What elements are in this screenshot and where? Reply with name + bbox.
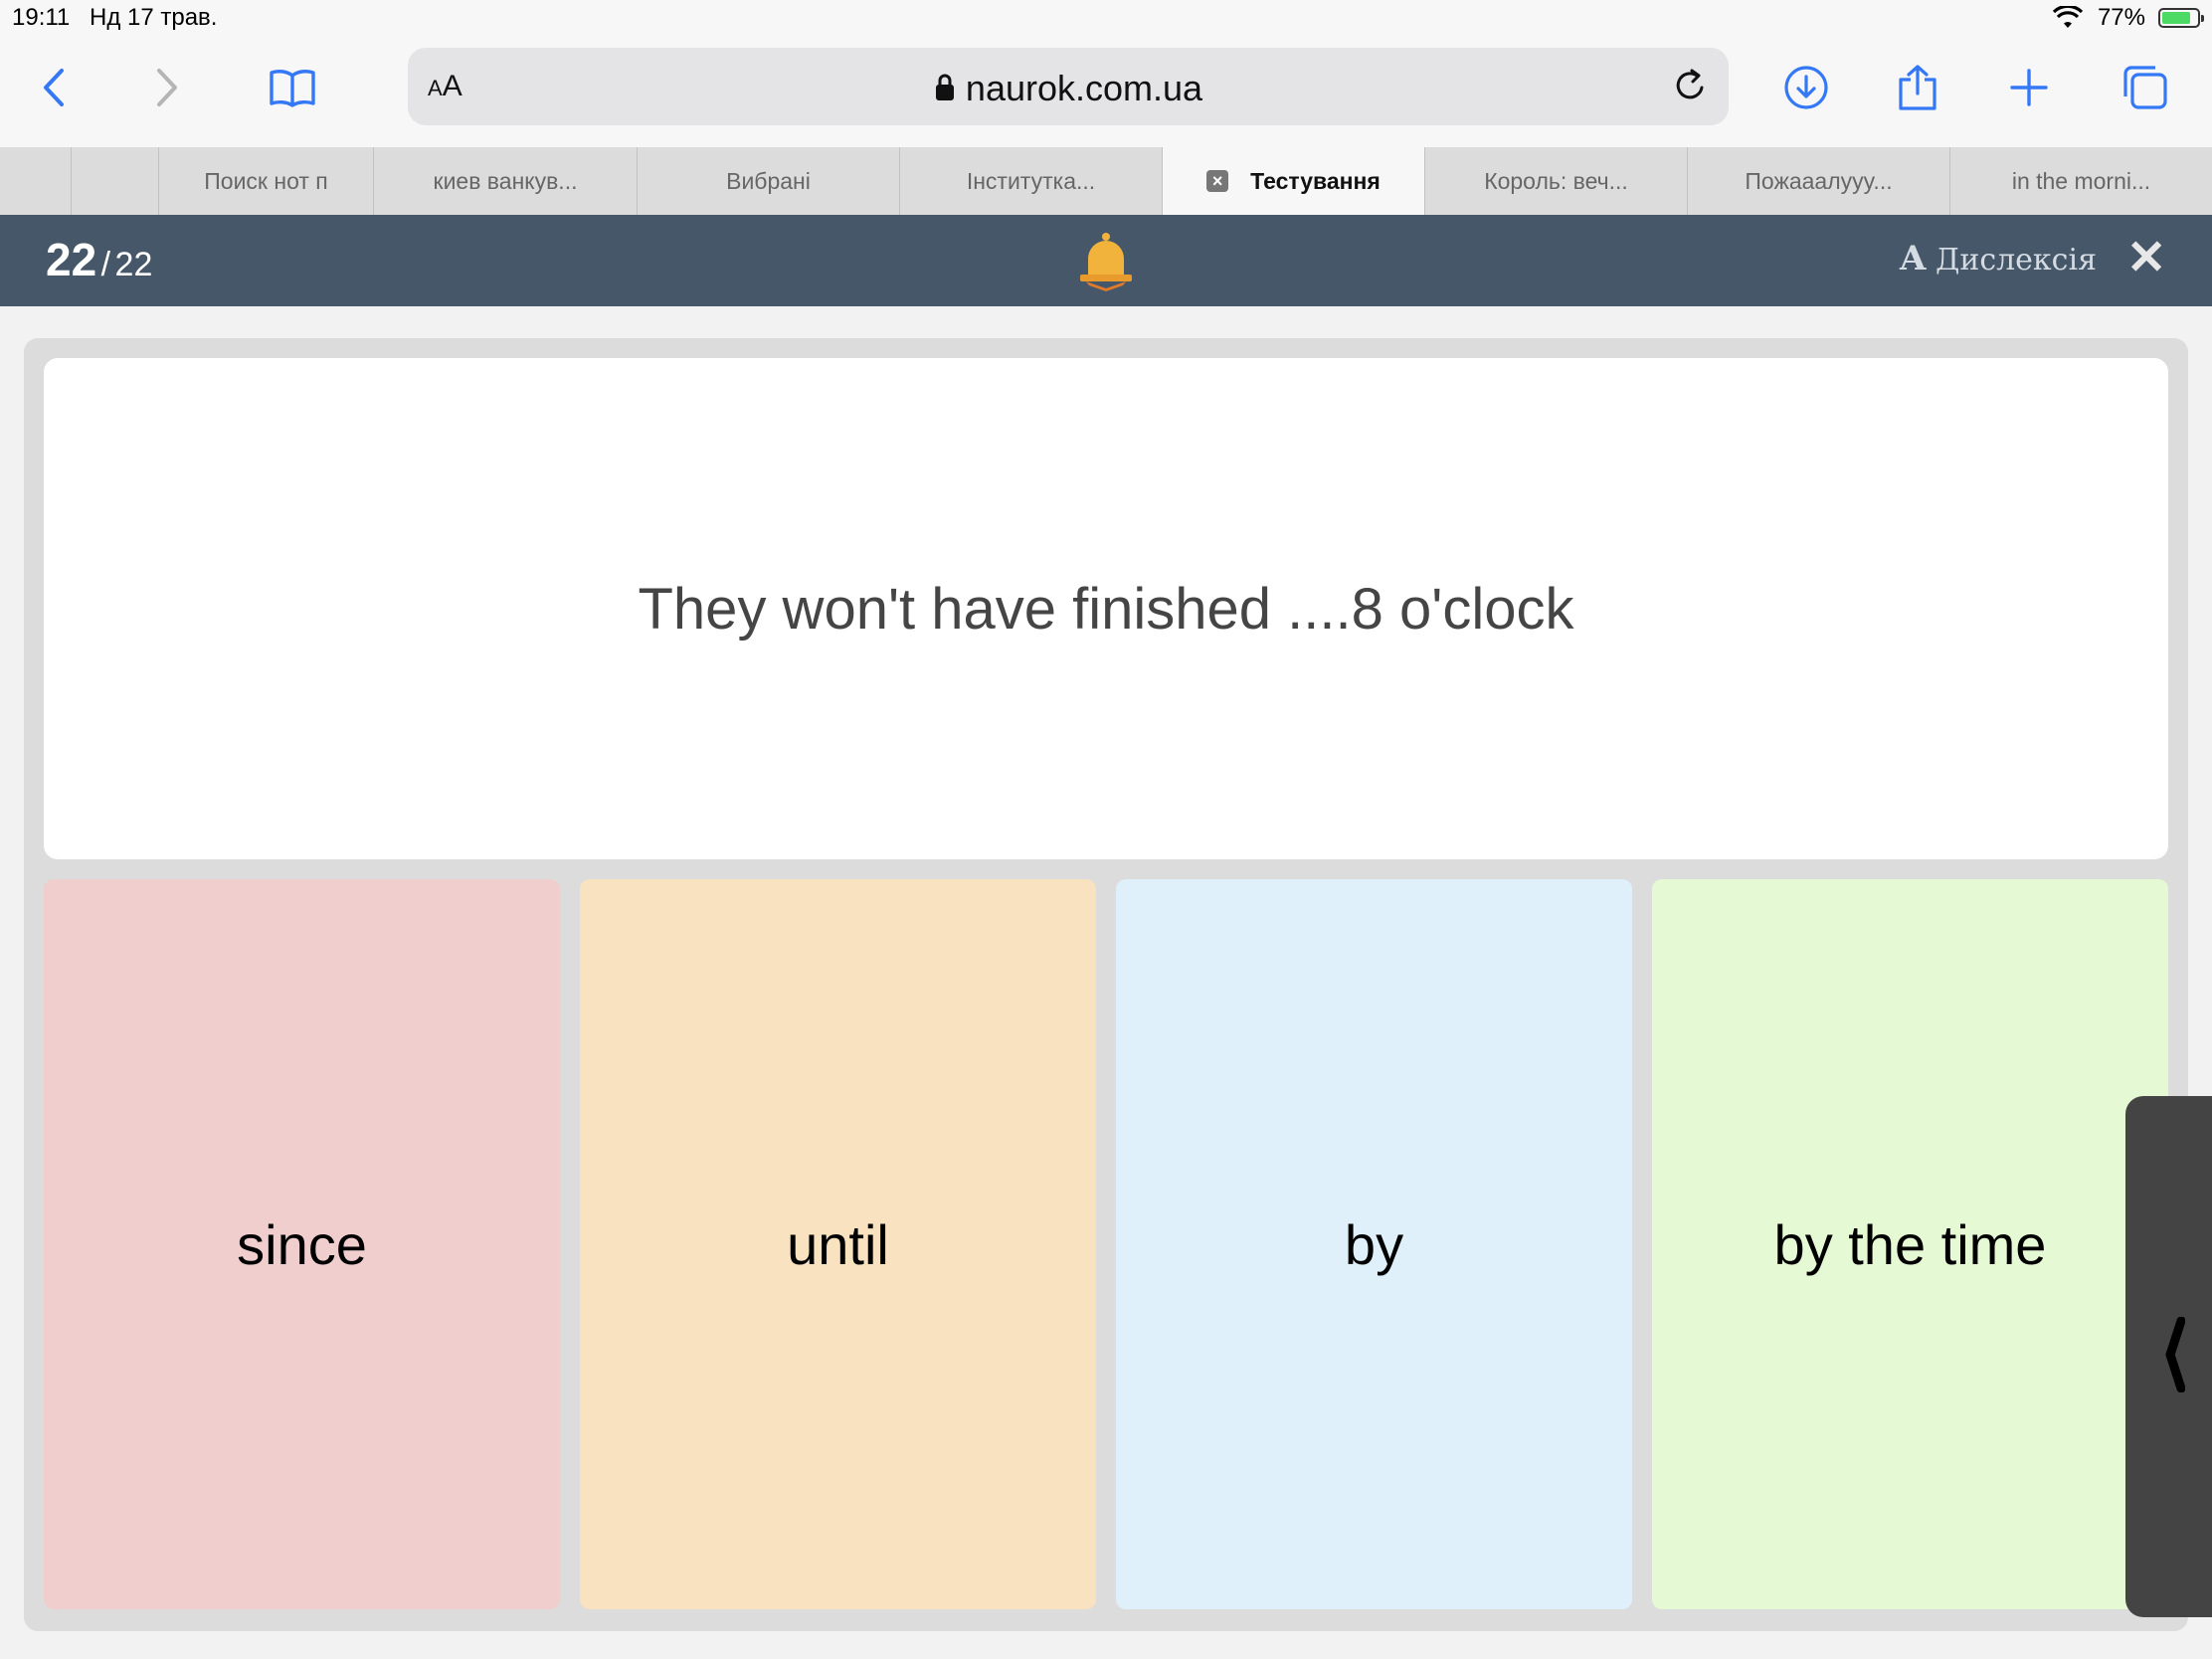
wifi-icon bbox=[2052, 4, 2084, 35]
side-panel-handle[interactable] bbox=[2125, 1096, 2212, 1617]
tab-item[interactable] bbox=[0, 147, 72, 215]
quiz-header: 22 / 22 A Дислексія ✕ bbox=[0, 215, 2212, 306]
tab-item[interactable]: Вибрані bbox=[638, 147, 900, 215]
url-text: naurok.com.ua bbox=[408, 68, 1729, 111]
dyslexia-toggle[interactable]: A Дислексія bbox=[1900, 239, 2097, 278]
tab-item[interactable]: Пожааалуyy... bbox=[1688, 147, 1950, 215]
tab-item[interactable]: Інститутка... bbox=[900, 147, 1163, 215]
tab-item[interactable] bbox=[72, 147, 159, 215]
forward-icon[interactable] bbox=[139, 60, 195, 115]
back-icon[interactable] bbox=[26, 60, 82, 115]
tab-close-icon[interactable]: × bbox=[1206, 170, 1229, 192]
new-tab-icon[interactable] bbox=[2001, 60, 2057, 115]
lock-icon bbox=[934, 70, 956, 111]
tab-item[interactable]: Король: веч... bbox=[1425, 147, 1688, 215]
bookmarks-icon[interactable] bbox=[265, 60, 320, 115]
tab-bar: Поиск нот п киев ванкув... Вибрані Інсти… bbox=[0, 147, 2212, 215]
chevron-left-icon bbox=[2161, 1316, 2186, 1397]
tab-item[interactable]: Поиск нот п bbox=[159, 147, 374, 215]
quiz-panel: They won't have finished ....8 o'clock s… bbox=[24, 338, 2188, 1631]
answer-option-since[interactable]: since bbox=[44, 879, 560, 1609]
question-counter: 22 / 22 bbox=[46, 234, 153, 285]
answer-option-until[interactable]: until bbox=[580, 879, 1096, 1609]
answer-option-by-the-time[interactable]: by the time bbox=[1652, 879, 2168, 1609]
tab-testuvannia[interactable]: × Тестування bbox=[1163, 147, 1425, 215]
status-date: Нд 17 трав. bbox=[90, 4, 218, 31]
share-icon[interactable] bbox=[1890, 60, 1945, 115]
reload-icon[interactable] bbox=[1671, 66, 1711, 110]
address-bar[interactable]: AA naurok.com.ua bbox=[408, 48, 1729, 125]
browser-toolbar: AA naurok.com.ua bbox=[0, 40, 2212, 147]
question-card: They won't have finished ....8 o'clock bbox=[44, 358, 2168, 859]
tab-item[interactable]: киев ванкув... bbox=[374, 147, 638, 215]
close-icon[interactable]: ✕ bbox=[2126, 235, 2166, 282]
bell-icon bbox=[1077, 231, 1135, 297]
status-bar: 19:11 Нд 17 трав. 77% bbox=[0, 0, 2212, 40]
tab-item[interactable]: in the morni... bbox=[1950, 147, 2212, 215]
download-icon[interactable] bbox=[1778, 60, 1834, 115]
tabs-overview-icon[interactable] bbox=[2117, 60, 2172, 115]
question-text: They won't have finished ....8 o'clock bbox=[638, 576, 1574, 642]
answer-option-by[interactable]: by bbox=[1116, 879, 1632, 1609]
battery-icon bbox=[2158, 8, 2204, 28]
status-time: 19:11 bbox=[12, 4, 71, 31]
battery-percent: 77% bbox=[2097, 4, 2145, 31]
